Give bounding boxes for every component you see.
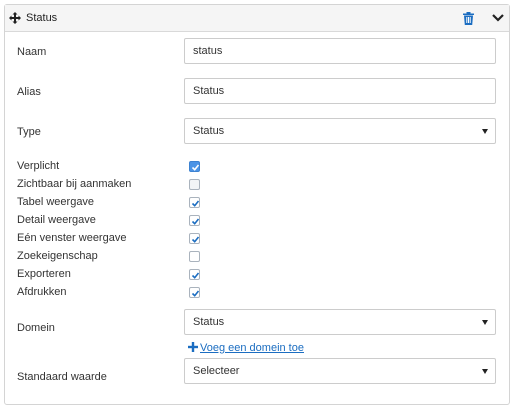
type-select-value: Status (193, 125, 225, 137)
een-venster-checkbox[interactable] (189, 233, 200, 244)
move-icon[interactable] (9, 12, 21, 24)
plus-icon (188, 342, 198, 352)
een-venster-label: Eén venster weergave (17, 232, 127, 244)
detail-weergave-label: Detail weergave (17, 214, 96, 226)
caret-down-icon (482, 369, 488, 374)
type-select[interactable]: Status (184, 118, 496, 144)
standaard-waarde-select[interactable]: Selecteer (184, 358, 496, 384)
chevron-down-icon[interactable] (492, 13, 504, 23)
verplicht-label: Verplicht (17, 160, 60, 172)
trash-icon[interactable] (463, 12, 474, 25)
alias-input[interactable] (184, 78, 496, 104)
caret-down-icon (482, 129, 488, 134)
type-label: Type (17, 126, 41, 138)
domein-label: Domein (17, 322, 55, 334)
naam-input[interactable] (184, 38, 496, 64)
exporteren-label: Exporteren (17, 268, 71, 280)
zichtbaar-checkbox[interactable] (189, 179, 200, 190)
zoekeigenschap-checkbox[interactable] (189, 251, 200, 262)
verplicht-checkbox[interactable] (189, 161, 200, 172)
zoekeigenschap-label: Zoekeigenschap (17, 250, 98, 262)
field-panel: Status Naam Alias Type Status Verplicht … (4, 4, 510, 405)
tabel-weergave-label: Tabel weergave (17, 196, 95, 208)
panel-header: Status (5, 5, 509, 32)
add-domain-link[interactable]: Voeg een domein toe (188, 342, 304, 354)
domein-select[interactable]: Status (184, 309, 496, 335)
detail-weergave-checkbox[interactable] (189, 215, 200, 226)
tabel-weergave-checkbox[interactable] (189, 197, 200, 208)
add-domain-link-label: Voeg een domein toe (200, 342, 304, 354)
afdrukken-label: Afdrukken (17, 286, 67, 298)
standaard-waarde-select-value: Selecteer (193, 365, 240, 377)
alias-label: Alias (17, 86, 41, 98)
domein-select-value: Status (193, 316, 225, 328)
caret-down-icon (482, 320, 488, 325)
panel-title: Status (26, 12, 58, 24)
naam-label: Naam (17, 46, 47, 58)
standaard-waarde-label: Standaard waarde (17, 371, 107, 383)
afdrukken-checkbox[interactable] (189, 287, 200, 298)
exporteren-checkbox[interactable] (189, 269, 200, 280)
zichtbaar-label: Zichtbaar bij aanmaken (17, 178, 132, 190)
